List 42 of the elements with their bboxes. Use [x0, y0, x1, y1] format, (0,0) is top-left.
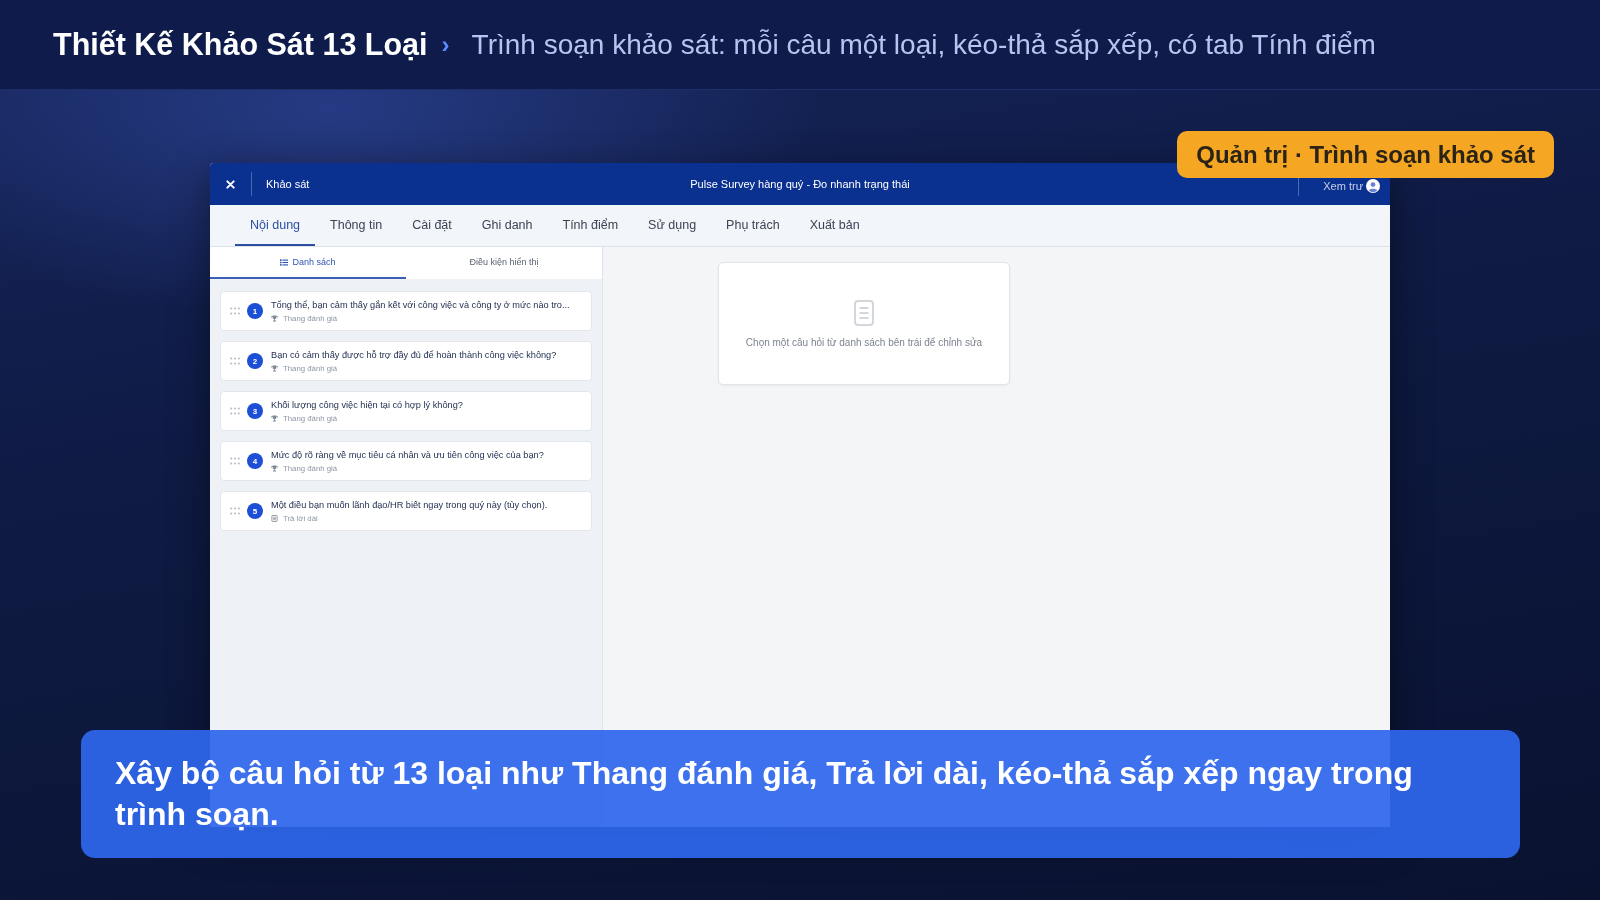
list-icon: [280, 258, 289, 266]
document-icon: [854, 299, 874, 326]
trophy-icon: [271, 314, 278, 322]
question-text: Bạn có cảm thấy được hỗ trợ đầy đủ để hoàn thành công việc không?: [271, 349, 557, 360]
question-number: 1: [247, 303, 263, 319]
breadcrumb-separator: ›: [441, 30, 450, 59]
document-icon: [271, 514, 278, 522]
trophy-icon: [271, 464, 278, 472]
question-number: 5: [247, 503, 263, 519]
trophy-icon: [271, 414, 278, 422]
page-subtitle: Trình soạn khảo sát: mỗi câu một loại, kéo-thả sắp xếp, có tab Tính điểm: [471, 28, 1376, 61]
question-text: Mức độ rõ ràng về mục tiêu cá nhân và ưu tiên công việc của bạn?: [271, 449, 544, 460]
drag-handle-icon[interactable]: [230, 457, 240, 465]
section-badge: Quản trị · Trình soạn khảo sát: [1177, 131, 1554, 178]
tab[interactable]: Cài đặt: [397, 205, 467, 246]
avatar-icon[interactable]: [1366, 178, 1380, 193]
drag-handle-icon[interactable]: [230, 357, 240, 365]
trophy-icon: [271, 364, 278, 372]
drag-handle-icon[interactable]: [230, 307, 240, 315]
question-text: Khối lượng công việc hiện tại có hợp lý không?: [271, 399, 463, 410]
question-text: Một điều bạn muốn lãnh đạo/HR biết ngay trong quý này (tùy chọn).: [271, 499, 548, 510]
question-number: 2: [247, 353, 263, 369]
tab[interactable]: Ghi danh: [466, 205, 548, 246]
survey-title: Pulse Survey hàng quý - Đo nhanh trạng thái: [690, 178, 910, 190]
tab[interactable]: Phụ trách: [711, 205, 795, 246]
tab[interactable]: Xuất bản: [794, 205, 875, 246]
section-label: Khảo sát: [266, 178, 310, 190]
sub-tab[interactable]: Điều kiện hiển thị: [406, 247, 602, 279]
question-number: 4: [247, 453, 263, 469]
page-title: Thiết Kế Khảo Sát 13 Loại: [53, 27, 428, 62]
sub-tab[interactable]: Danh sách: [210, 247, 406, 279]
tab[interactable]: Tính điểm: [547, 205, 634, 246]
drag-handle-icon[interactable]: [230, 507, 240, 515]
tab[interactable]: Sử dụng: [633, 205, 712, 246]
close-icon[interactable]: [226, 179, 235, 189]
question-text: Tổng thể, bạn cảm thấy gắn kết với công việc và công ty ở mức nào tro...: [271, 299, 570, 310]
question-number: 3: [247, 403, 263, 419]
tab[interactable]: Thông tin: [315, 205, 398, 246]
preview-link[interactable]: Xem trư: [1323, 180, 1363, 192]
drag-handle-icon[interactable]: [230, 407, 240, 415]
empty-state-message: Chọn một câu hỏi từ danh sách bên trái để chỉnh sửa: [745, 336, 983, 348]
caption-text: Xây bộ câu hỏi từ 13 loại như Thang đánh giá, Trả lời dài, kéo-thả sắp xếp ngay trong trình soạn.: [115, 754, 1414, 834]
